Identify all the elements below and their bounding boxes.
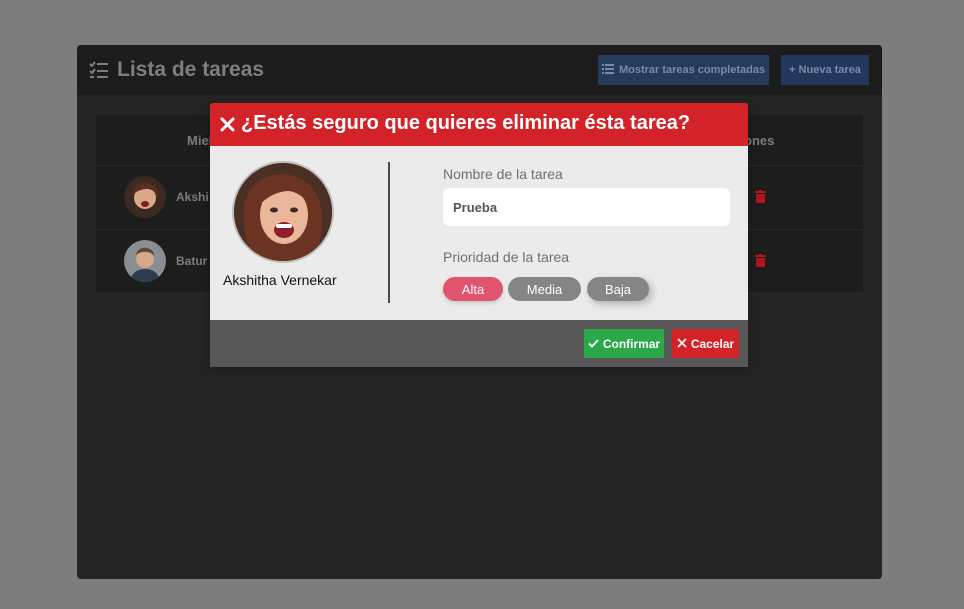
column-header-actions: ones (744, 133, 775, 148)
priority-high-button[interactable]: Alta (443, 277, 503, 301)
close-icon (677, 337, 687, 351)
panel-header: Lista de tareas Mostrar tareas completad… (77, 45, 882, 95)
priority-low-button[interactable]: Baja (587, 277, 649, 301)
modal-header: ¿Estás seguro que quieres eliminar ésta … (210, 103, 748, 146)
list-icon (601, 63, 614, 77)
priority-label: Prioridad de la tarea (443, 249, 570, 265)
member-name: Akshi (176, 190, 209, 204)
avatar (124, 240, 166, 282)
page-title-text: Lista de tareas (117, 58, 265, 81)
check-icon (588, 337, 599, 351)
confirm-label: Confirmar (602, 336, 661, 351)
new-task-button[interactable]: + Nueva tarea (781, 55, 869, 85)
modal-footer: Confirmar Cacelar (210, 320, 748, 367)
cancel-label: Cacelar (690, 336, 735, 351)
task-name-input[interactable] (443, 188, 730, 226)
member-name: Batur (176, 254, 208, 268)
checklist-icon (89, 61, 109, 79)
member-name: Akshitha Vernekar (223, 272, 337, 288)
divider (388, 162, 390, 303)
avatar (124, 176, 166, 218)
close-icon[interactable] (220, 117, 235, 137)
page-title: Lista de tareas (89, 57, 264, 83)
new-task-label: + Nueva tarea (789, 64, 861, 76)
cancel-button[interactable]: Cacelar (672, 329, 739, 358)
avatar (232, 161, 334, 263)
task-name-label: Nombre de la tarea (443, 166, 563, 182)
show-completed-label: Mostrar tareas completadas (618, 64, 766, 76)
modal-body: Akshitha Vernekar Nombre de la tarea Pri… (210, 146, 748, 320)
confirm-button[interactable]: Confirmar (584, 329, 664, 358)
priority-medium-button[interactable]: Media (508, 277, 581, 301)
trash-icon[interactable] (755, 190, 766, 208)
delete-task-modal: ¿Estás seguro que quieres eliminar ésta … (210, 103, 748, 367)
show-completed-button[interactable]: Mostrar tareas completadas (598, 55, 769, 85)
modal-title: ¿Estás seguro que quieres eliminar ésta … (241, 112, 691, 134)
trash-icon[interactable] (755, 254, 766, 272)
